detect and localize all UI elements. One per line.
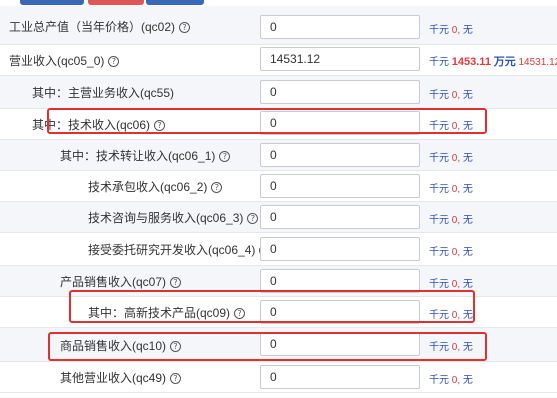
label-qc05_0: 营业收入(qc05_0)? xyxy=(9,52,120,69)
label-qc06_4: 接受委托研究开发收入(qc06_4)? xyxy=(88,241,271,258)
help-icon[interactable]: ? xyxy=(219,151,231,162)
unit-hint-qc49: 千元 0, 无 xyxy=(429,375,473,386)
highlight-box-qc06 xyxy=(47,108,487,134)
input-qc55[interactable] xyxy=(260,80,420,104)
input-qc06_3[interactable] xyxy=(260,205,420,229)
help-icon[interactable]: ? xyxy=(179,22,191,33)
label-text: 其中：主营业务收入(qc55) xyxy=(32,86,175,100)
label-qc06_2: 技术承包收入(qc06_2)? xyxy=(88,178,223,195)
highlight-box-qc10 xyxy=(48,332,487,361)
label-text: 产品销售收入(qc07) xyxy=(60,275,167,289)
unit-hint-qc06_1: 千元 0, 无 xyxy=(429,153,473,164)
unit-hint-qc06_3: 千元 0, 无 xyxy=(429,215,473,226)
unit-hint-qc02: 千元 0, 无 xyxy=(429,25,473,36)
input-qc06_4[interactable] xyxy=(260,237,420,261)
label-text: 技术承包收入(qc06_2) xyxy=(88,180,208,194)
toolbar-button-1[interactable] xyxy=(20,0,84,5)
input-qc06_1[interactable] xyxy=(260,143,420,167)
help-icon[interactable]: ? xyxy=(170,373,182,384)
help-icon[interactable]: ? xyxy=(170,277,182,288)
help-icon[interactable]: ? xyxy=(247,213,259,224)
label-text: 技术咨询与服务收入(qc06_3) xyxy=(88,211,244,225)
label-text: 其他营业收入(qc49) xyxy=(60,371,167,385)
help-icon[interactable]: ? xyxy=(108,56,120,67)
label-text: 工业总产值（当年价格）(qc02) xyxy=(9,20,176,34)
highlight-box-qc09 xyxy=(69,290,475,323)
label-qc06_3: 技术咨询与服务收入(qc06_3)? xyxy=(88,209,259,226)
input-qc49[interactable] xyxy=(260,365,420,389)
label-qc07: 产品销售收入(qc07)? xyxy=(60,273,182,290)
label-qc02: 工业总产值（当年价格）(qc02)? xyxy=(9,18,191,35)
unit-hint-qc06_4: 千元 0, 无 xyxy=(429,247,473,258)
help-icon[interactable]: ? xyxy=(211,182,223,193)
unit-hint-qc07: 千元 0, 无 xyxy=(429,279,473,290)
unit-hint-qc05_0: 千元 1453.11 万元 14531.12, xyxy=(429,56,557,68)
input-qc06_2[interactable] xyxy=(260,174,420,198)
unit-hint-qc55: 千元 0, 无 xyxy=(429,90,473,101)
toolbar-button-3[interactable] xyxy=(146,0,204,5)
label-qc49: 其他营业收入(qc49)? xyxy=(60,369,182,386)
label-text: 接受委托研究开发收入(qc06_4) xyxy=(88,243,256,257)
toolbar-button-2[interactable] xyxy=(88,0,144,5)
label-qc55: 其中：主营业务收入(qc55) xyxy=(32,84,174,101)
unit-hint-qc06_2: 千元 0, 无 xyxy=(429,184,473,195)
label-qc06_1: 其中：技术转让收入(qc06_1)? xyxy=(60,147,231,164)
input-qc05_0[interactable] xyxy=(260,47,420,71)
label-text: 营业收入(qc05_0) xyxy=(9,54,105,68)
label-text: 其中：技术转让收入(qc06_1) xyxy=(60,149,216,163)
input-qc02[interactable] xyxy=(260,15,420,39)
